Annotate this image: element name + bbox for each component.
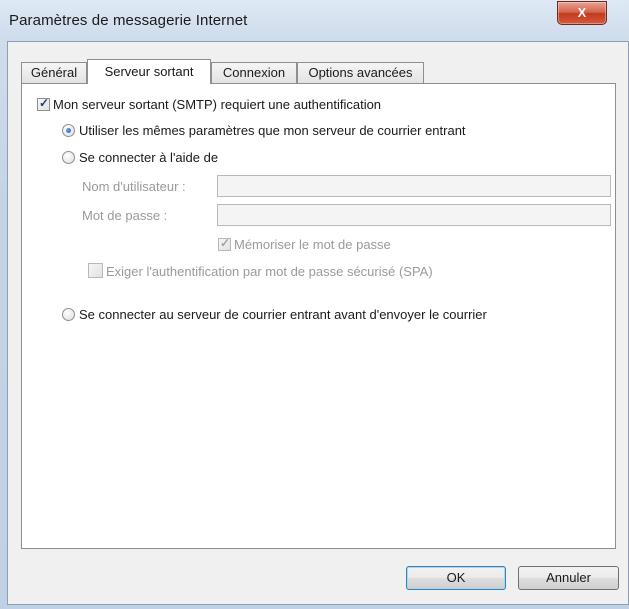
password-label: Mot de passe :: [82, 208, 168, 223]
username-field[interactable]: [217, 175, 611, 197]
spa-row[interactable]: Exiger l'authentification par mot de pas…: [88, 263, 433, 279]
tab-connexion[interactable]: Connexion: [211, 62, 297, 83]
ok-button-label: OK: [446, 570, 466, 585]
remember-password-row[interactable]: Mémoriser le mot de passe: [218, 236, 391, 252]
close-icon: X: [577, 5, 587, 20]
tab-options-avancees-label: Options avancées: [308, 65, 413, 80]
spa-label: Exiger l'authentification par mot de pas…: [106, 264, 433, 279]
close-button[interactable]: X: [557, 1, 607, 25]
radio-connect-with[interactable]: [62, 151, 75, 164]
password-field[interactable]: [217, 204, 611, 226]
tab-general[interactable]: Général: [21, 62, 87, 83]
tab-serveur-sortant[interactable]: Serveur sortant: [87, 59, 211, 84]
tab-serveur-sortant-label: Serveur sortant: [104, 64, 194, 79]
ok-button[interactable]: OK: [406, 566, 506, 590]
tab-connexion-label: Connexion: [222, 65, 286, 80]
tab-general-label: Général: [30, 65, 78, 80]
smtp-auth-checkbox[interactable]: [37, 96, 50, 111]
smtp-auth-checkbox-row[interactable]: Mon serveur sortant (SMTP) requiert une …: [37, 96, 382, 112]
tab-options-avancees[interactable]: Options avancées: [297, 62, 424, 83]
radio-same-settings-row[interactable]: Utiliser les mêmes paramètres que mon se…: [62, 123, 466, 138]
window-title: Paramètres de messagerie Internet: [9, 12, 248, 29]
radio-connect-before-label: Se connecter au serveur de courrier entr…: [79, 307, 487, 322]
radio-same-settings[interactable]: [62, 124, 75, 137]
tab-panel-serveur-sortant: Mon serveur sortant (SMTP) requiert une …: [21, 83, 616, 549]
radio-connect-before-row[interactable]: Se connecter au serveur de courrier entr…: [62, 307, 487, 322]
cancel-button-label: Annuler: [546, 570, 591, 585]
radio-connect-with-label: Se connecter à l'aide de: [79, 150, 219, 165]
spa-checkbox[interactable]: [88, 263, 103, 278]
radio-same-settings-label: Utiliser les mêmes paramètres que mon se…: [79, 123, 466, 138]
radio-connect-before[interactable]: [62, 308, 75, 321]
dialog-client-area: Général Serveur sortant Connexion Option…: [7, 41, 629, 605]
remember-password-checkbox[interactable]: [218, 236, 231, 251]
remember-password-label: Mémoriser le mot de passe: [234, 237, 391, 252]
smtp-auth-label: Mon serveur sortant (SMTP) requiert une …: [53, 97, 382, 112]
radio-connect-with-row[interactable]: Se connecter à l'aide de: [62, 150, 218, 165]
cancel-button[interactable]: Annuler: [518, 566, 619, 590]
title-bar[interactable]: Paramètres de messagerie Internet X: [0, 0, 629, 38]
dialog-window: Paramètres de messagerie Internet X Géné…: [0, 0, 629, 609]
username-label: Nom d'utilisateur :: [82, 179, 186, 194]
